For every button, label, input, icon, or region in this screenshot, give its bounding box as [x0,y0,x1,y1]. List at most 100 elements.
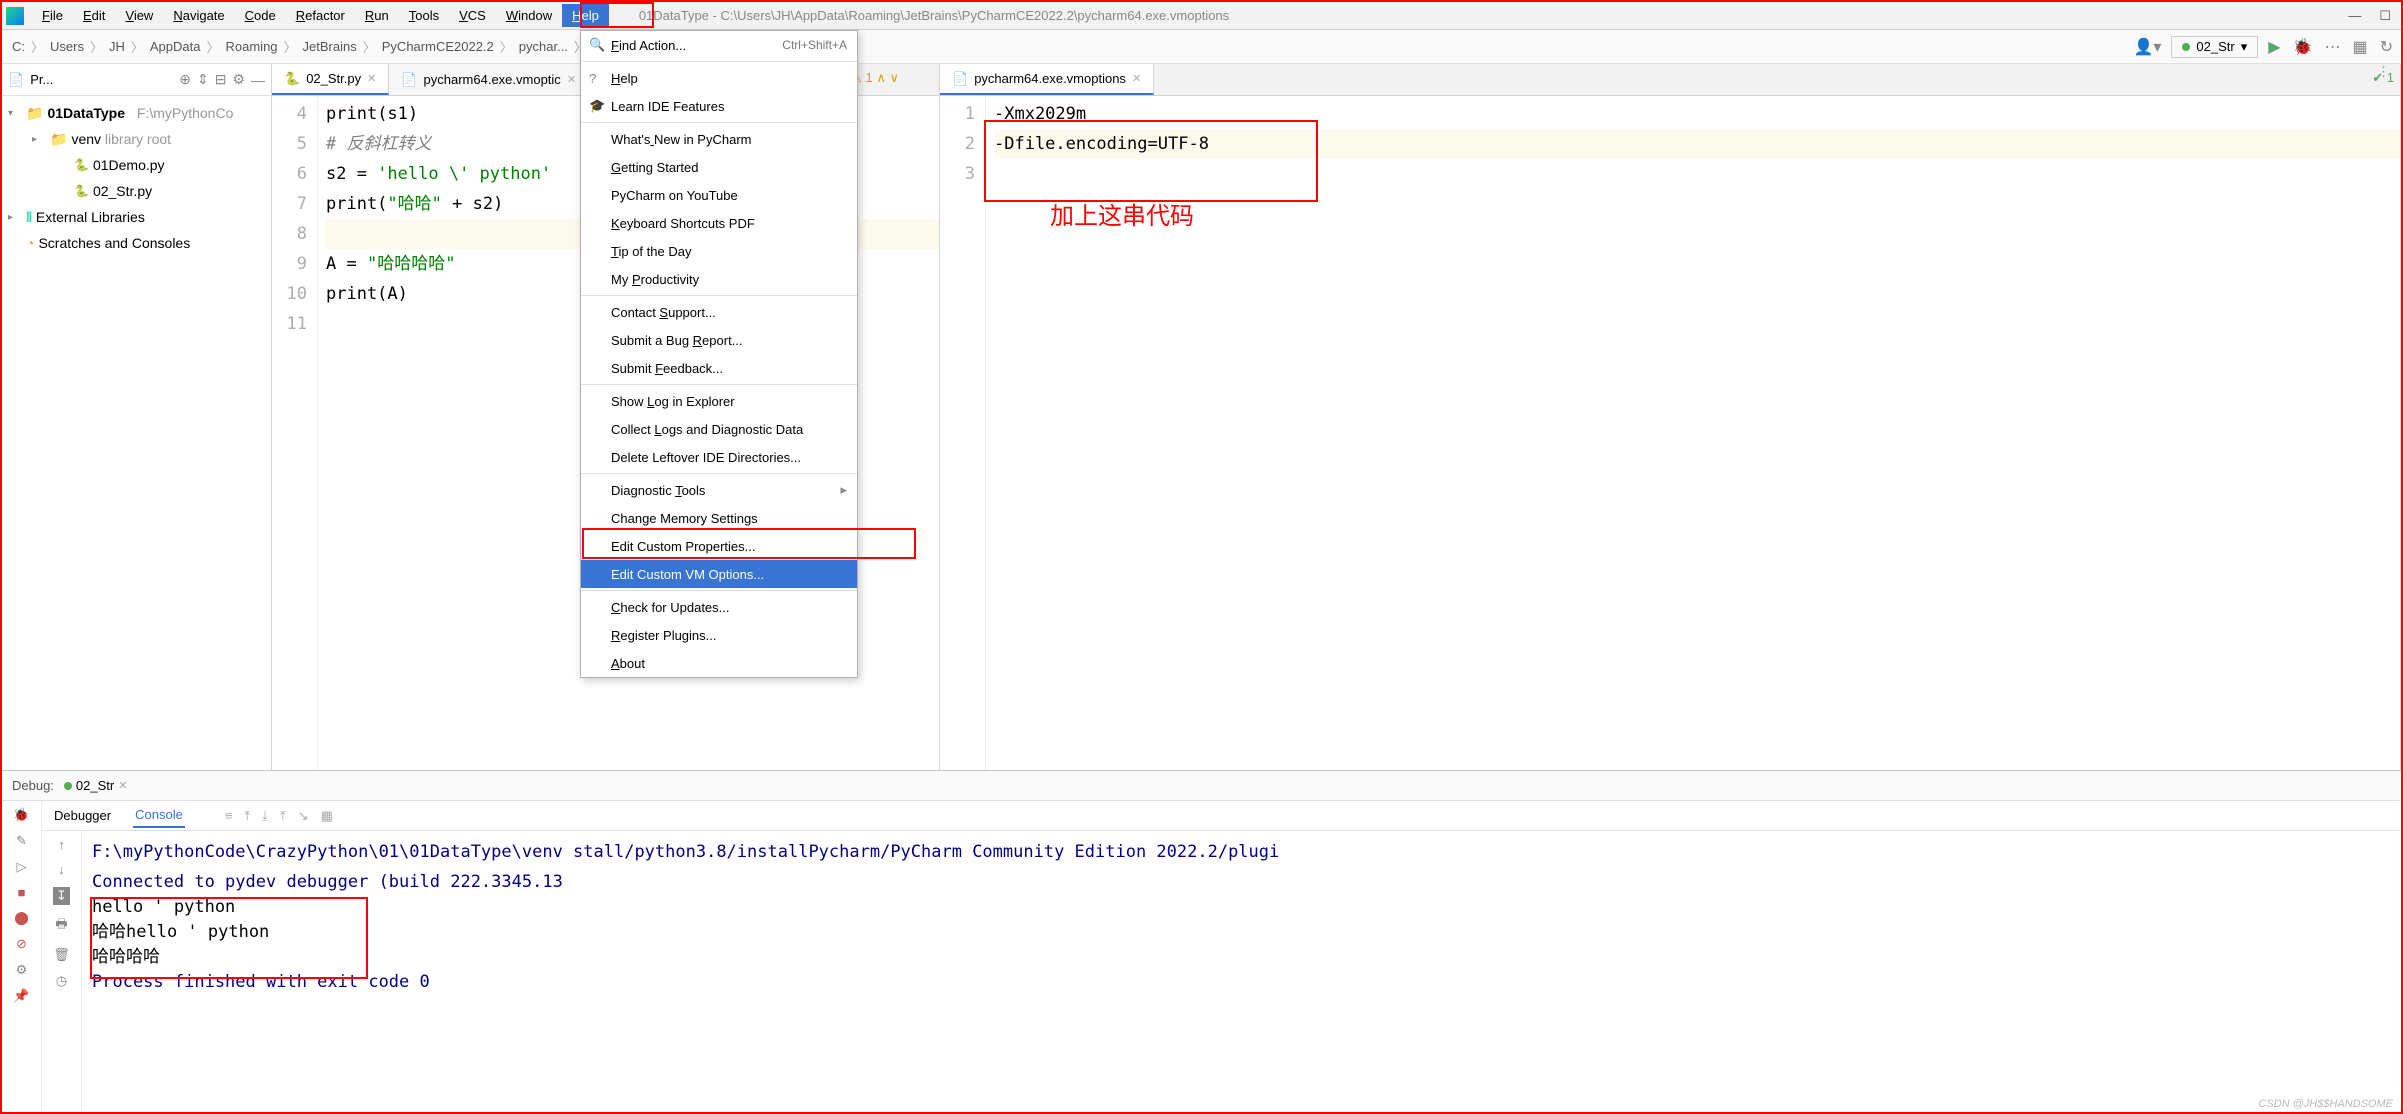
breadcrumb-item[interactable]: PyCharmCE2022.2 [378,39,498,54]
ok-badge[interactable]: ✔ 1 [2372,70,2394,86]
help-menu-item[interactable]: Show Log in Explorer [581,387,857,415]
help-menu-item[interactable]: PyCharm on YouTube [581,181,857,209]
help-menu-item[interactable]: Submit Feedback... [581,354,857,382]
help-menu-item[interactable]: My Productivity [581,265,857,293]
tab-pycharm64.exe.vmoptic[interactable]: 📄pycharm64.exe.vmoptic✕ [389,64,589,95]
upload-icon[interactable]: ⤒ [280,808,286,824]
menu-edit[interactable]: Edit [73,4,115,27]
up-icon[interactable]: ↑ [58,837,65,852]
debug-button-icon[interactable]: 🐞 [2291,37,2315,57]
collapse-icon[interactable]: ⊟ [215,71,227,88]
console-output[interactable]: F:\myPythonCode\CrazyPython\01\01DataTyp… [82,831,2401,1112]
tree-scratches[interactable]: ◔ Scratches and Consoles [4,230,269,256]
scratch-label: Scratches and Consoles [38,235,190,251]
reload-icon[interactable]: ↻ [2378,37,2395,57]
resume-icon[interactable]: ✎ [16,833,27,849]
tab-console[interactable]: Console [133,803,185,828]
help-menu-item[interactable]: Edit Custom VM Options... [581,560,857,588]
help-menu-item[interactable]: Edit Custom Properties... [581,532,857,560]
tab-02_Str.py[interactable]: 🐍02_Str.py✕ [272,64,389,95]
close-icon[interactable]: ✕ [567,73,576,86]
breadcrumb-item[interactable]: JetBrains [299,39,361,54]
menu-window[interactable]: Window [496,4,562,27]
gear-icon[interactable]: ⚙ [232,71,245,88]
help-menu-item[interactable]: Register Plugins... [581,621,857,649]
stop-icon[interactable]: ■ [18,885,26,900]
run-button-icon[interactable]: ▶ [2266,37,2282,57]
menu-vcs[interactable]: VCS [449,4,496,27]
help-menu-item[interactable]: Keyboard Shortcuts PDF [581,209,857,237]
help-menu-item[interactable]: ?Help [581,64,857,92]
help-menu-item[interactable]: Collect Logs and Diagnostic Data [581,415,857,443]
tab-debugger[interactable]: Debugger [52,804,113,827]
table-icon[interactable]: ▦ [321,808,333,824]
settings-icon[interactable]: ⚙ [16,962,28,978]
close-icon[interactable]: ✕ [118,779,127,792]
tree-item[interactable]: ▸📁venv library root [4,126,269,152]
coverage-icon[interactable]: ▦ [2350,37,2369,57]
breadcrumb-item[interactable]: Roaming [222,39,282,54]
softwrap-icon[interactable]: ↘ [298,808,309,824]
menu-refactor[interactable]: Refactor [286,4,355,27]
help-menu-item[interactable]: 🎓Learn IDE Features [581,92,857,120]
tree-item[interactable]: 🐍01Demo.py [4,152,269,178]
help-menu-item[interactable]: Contact Support... [581,298,857,326]
help-menu-item[interactable]: Delete Leftover IDE Directories... [581,443,857,471]
menu-separator [581,384,857,385]
download-icon[interactable]: ⤓ [262,808,268,824]
wrap-icon[interactable]: ≡ [225,808,233,824]
close-icon[interactable]: ✕ [367,72,376,85]
rerun-icon[interactable]: 🐞 [13,807,29,823]
export-icon[interactable]: ↧ [53,887,70,905]
pin-icon[interactable]: 📌 [13,988,29,1004]
expand-icon[interactable]: ⇕ [197,71,209,88]
menu-navigate[interactable]: Navigate [163,4,234,27]
breadcrumb-item[interactable]: C: [8,39,29,54]
help-menu-item[interactable]: Check for Updates... [581,593,857,621]
help-menu-item[interactable]: Change Memory Settings [581,504,857,532]
breadcrumb-item[interactable]: JH [105,39,129,54]
user-icon[interactable]: 👤▾ [2131,37,2163,57]
menu-help[interactable]: Help [562,4,609,27]
code-editor-b[interactable]: -Xmx2029m-Dfile.encoding=UTF-8 [986,96,2400,770]
run-config-selector[interactable]: 02_Str ▾ [2171,36,2258,58]
tree-item[interactable]: 🐍02_Str.py [4,178,269,204]
help-menu-item[interactable]: Submit a Bug Report... [581,326,857,354]
close-icon[interactable]: ✕ [1132,72,1141,85]
down-icon[interactable]: ↓ [58,862,65,877]
tab-vmoptions[interactable]: 📄 pycharm64.exe.vmoptions ✕ [940,64,1154,95]
more-actions-icon[interactable]: ⋯ [2322,37,2342,57]
clock-icon[interactable]: ◷ [56,973,67,989]
scroll-icon[interactable]: ⤒ [244,808,250,824]
gutter: 123 [940,96,986,770]
target-icon[interactable]: ⊕ [179,71,191,88]
breadcrumb-item[interactable]: AppData [146,39,205,54]
hide-panel-icon[interactable]: — [251,72,265,88]
menu-file[interactable]: File [32,4,73,27]
help-menu-item[interactable]: Tip of the Day [581,237,857,265]
minimize-icon[interactable]: — [2348,8,2361,24]
print-icon[interactable]: 🖶 [55,915,67,937]
breadcrumb-item[interactable]: Users [46,39,88,54]
help-menu-item[interactable]: What's New in PyCharm [581,125,857,153]
menu-separator [581,473,857,474]
maximize-icon[interactable]: ☐ [2379,8,2391,24]
help-menu-item[interactable]: 🔍Find Action...Ctrl+Shift+A [581,31,857,59]
debug-config[interactable]: 02_Str ✕ [64,778,128,793]
tree-root[interactable]: ▾ 📁 01DataType F:\myPythonCo [4,100,269,126]
trash-icon[interactable]: 🗑 [53,947,70,963]
breadcrumb-item[interactable]: pychar... [515,39,572,54]
tree-external-libraries[interactable]: ▸ ⫴ External Libraries [4,204,269,230]
step-icon[interactable]: ▷ [17,859,27,875]
menu-view[interactable]: View [115,4,163,27]
help-menu-item[interactable]: About [581,649,857,677]
run-status-icon [2182,43,2190,51]
menu-code[interactable]: Code [235,4,286,27]
breakpoints-icon[interactable]: ⬤ [14,910,29,926]
project-tab-label[interactable]: Pr... [30,72,173,87]
menu-tools[interactable]: Tools [399,4,449,27]
mute-breakpoints-icon[interactable]: ⊘ [16,936,27,952]
help-menu-item[interactable]: Diagnostic Tools▸ [581,476,857,504]
help-menu-item[interactable]: Getting Started [581,153,857,181]
menu-run[interactable]: Run [355,4,399,27]
